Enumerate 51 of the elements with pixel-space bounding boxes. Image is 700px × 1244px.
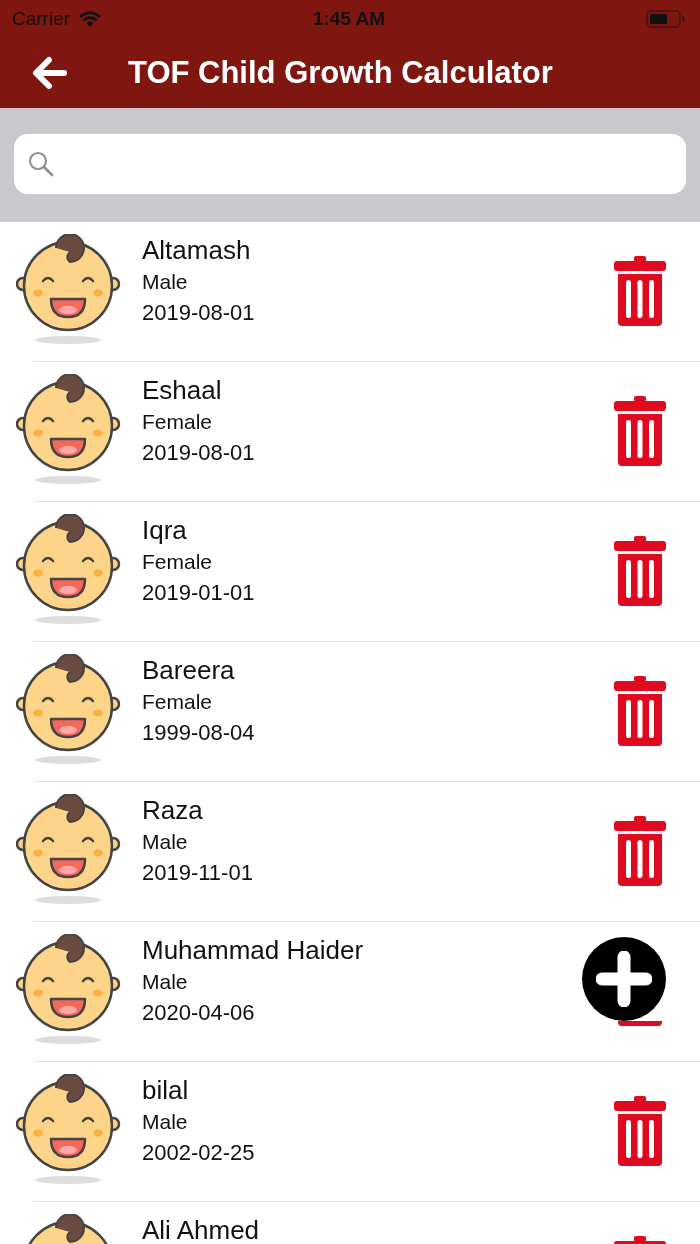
trash-icon bbox=[614, 256, 666, 326]
delete-button[interactable] bbox=[614, 536, 666, 606]
child-name: Ali Ahmed bbox=[142, 1214, 261, 1244]
delete-button[interactable] bbox=[614, 816, 666, 886]
delete-button[interactable] bbox=[614, 396, 666, 466]
search-field[interactable] bbox=[14, 134, 686, 194]
child-gender: Male bbox=[142, 829, 189, 855]
child-name: Altamash bbox=[142, 234, 252, 267]
birth-date: 2019-08-01 bbox=[142, 439, 256, 467]
carrier-label: Carrier bbox=[12, 8, 71, 30]
trash-icon bbox=[614, 536, 666, 606]
baby-face-icon bbox=[16, 374, 122, 486]
birth-date: 1999-08-04 bbox=[142, 719, 256, 747]
plus-icon bbox=[596, 951, 652, 1007]
child-gender: Female bbox=[142, 409, 214, 435]
child-gender: Male bbox=[142, 269, 189, 295]
child-gender: Female bbox=[142, 549, 214, 575]
delete-button[interactable] bbox=[614, 256, 666, 326]
trash-icon bbox=[614, 816, 666, 886]
baby-face-icon bbox=[16, 934, 122, 1046]
child-name: Muhammad Haider bbox=[142, 934, 365, 967]
search-icon bbox=[28, 151, 54, 177]
back-arrow-icon bbox=[32, 56, 68, 90]
wifi-icon bbox=[78, 10, 103, 28]
child-gender: Male bbox=[142, 969, 189, 995]
baby-face-icon bbox=[16, 654, 122, 766]
trash-icon bbox=[614, 1096, 666, 1166]
trash-icon bbox=[614, 396, 666, 466]
child-name: Bareera bbox=[142, 654, 236, 687]
battery-icon bbox=[646, 9, 686, 29]
baby-face-icon bbox=[16, 1074, 122, 1186]
screen-title: TOF Child Growth Calculator bbox=[128, 55, 553, 91]
child-name: Eshaal bbox=[142, 374, 223, 407]
child-name: Iqra bbox=[142, 514, 188, 547]
child-name: Raza bbox=[142, 794, 204, 827]
baby-face-icon bbox=[16, 514, 122, 626]
clock-time: 1:45 AM bbox=[311, 8, 387, 30]
birth-date: 2002-02-25 bbox=[142, 1139, 256, 1167]
child-gender: Male bbox=[142, 1109, 189, 1135]
birth-date: 2019-01-01 bbox=[142, 579, 256, 607]
delete-button[interactable] bbox=[614, 676, 666, 746]
trash-icon bbox=[614, 676, 666, 746]
baby-face-icon bbox=[16, 794, 122, 906]
child-gender: Female bbox=[142, 689, 214, 715]
child-name: bilal bbox=[142, 1074, 190, 1107]
birth-date: 2019-08-01 bbox=[142, 299, 256, 327]
back-button[interactable] bbox=[32, 56, 68, 90]
birth-date: 2020-04-06 bbox=[142, 999, 256, 1027]
baby-face-icon bbox=[16, 234, 122, 346]
birth-date: 2019-11-01 bbox=[142, 859, 254, 887]
delete-button[interactable] bbox=[614, 1096, 666, 1166]
